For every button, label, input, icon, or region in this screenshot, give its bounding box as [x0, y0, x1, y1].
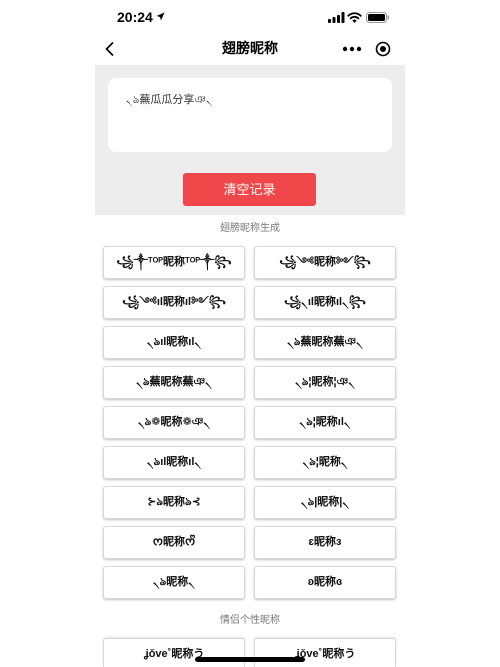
home-indicator[interactable]: [195, 657, 305, 662]
clear-records-button[interactable]: 清空记录: [183, 173, 316, 206]
nickname-input-value: ৲ঌ蕪瓜瓜分享ঞ৲: [126, 94, 213, 106]
nickname-input[interactable]: ৲ঌ蕪瓜瓜分享ঞ৲: [108, 78, 392, 152]
input-panel: ৲ঌ蕪瓜瓜分享ঞ৲ 清空记录: [95, 65, 405, 215]
phone-screen: 20:24 翅膀昵称 ৲ঌ蕪瓜瓜分享ঞ৲ 清空记录 翅膀昵称生成 ꧁༒ᵀᴼᴾ昵称…: [95, 0, 405, 667]
status-bar: 20:24: [95, 0, 405, 34]
signal-icon: [328, 12, 345, 23]
wing-nickname-option-button[interactable]: ৲ঌ蕪昵称蕪ঞ৲: [254, 326, 396, 359]
wing-nickname-option-button[interactable]: ꧁༺昵称༻꧂: [254, 246, 396, 279]
wing-nickname-option-button[interactable]: ɛ昵称ɜ: [254, 526, 396, 559]
wing-nickname-option-button[interactable]: ৲ঌ❁昵称❁ঞ৲: [103, 406, 245, 439]
wing-nickname-option-button[interactable]: ꧁༒ᵀᴼᴾ昵称ᵀᴼᴾ༒꧂: [103, 246, 245, 279]
wing-nickname-option-button[interactable]: ৲ঌ¦昵称¦ঞ৲: [254, 366, 396, 399]
couple-nickname-grid: ʝǒve˚昵称う ʝǒve˚昵称う: [103, 638, 396, 667]
battery-icon: [366, 12, 389, 23]
wing-nickname-option-button[interactable]: ৲ঌ蕪昵称蕪ঞ৲: [103, 366, 245, 399]
location-arrow-icon: [156, 12, 165, 21]
section-title-wing: 翅膀昵称生成: [220, 223, 280, 234]
page-title: 翅膀昵称: [222, 40, 278, 56]
wing-nickname-option-button[interactable]: ৲ঌ|昵称|৲: [254, 486, 396, 519]
wing-nickname-option-button[interactable]: ⊱ঌ昵称ঌ⊰: [103, 486, 245, 519]
wing-nickname-option-button[interactable]: ৲ঌ昵称৲: [103, 566, 245, 599]
wing-nickname-option-button[interactable]: ʚ昵称ɞ: [254, 566, 396, 599]
wing-nickname-option-button[interactable]: ꧁৲ıl昵称ıl৲꧂: [254, 286, 396, 319]
wing-nickname-option-button[interactable]: ᰔ昵称ᰔᩚ: [103, 526, 245, 559]
couple-nickname-option-button[interactable]: ʝǒve˚昵称う: [103, 638, 245, 667]
wing-nickname-grid: ꧁༒ᵀᴼᴾ昵称ᵀᴼᴾ༒꧂ ꧁༺昵称༻꧂ ꧁༺ıl昵称ıl༻꧂ ꧁৲ıl昵称ıl৲꧂ ৲ঌ…: [103, 246, 396, 599]
wing-nickname-option-button[interactable]: ৲ঌ¦昵称ıl৲: [254, 406, 396, 439]
more-dots-icon[interactable]: [342, 46, 362, 52]
wifi-icon: [347, 12, 362, 23]
wing-nickname-option-button[interactable]: ৲ঌıl昵称ıl৲: [103, 326, 245, 359]
chevron-left-icon[interactable]: [104, 41, 116, 57]
wing-nickname-option-button[interactable]: ৲ঌıl昵称ıl৲: [103, 446, 245, 479]
section-title-couple: 情侣个性昵称: [220, 615, 280, 626]
wing-nickname-option-button[interactable]: ꧁༺ıl昵称ıl༻꧂: [103, 286, 245, 319]
couple-nickname-option-button[interactable]: ʝǒve˚昵称う: [254, 638, 396, 667]
navigation-bar: 翅膀昵称: [95, 34, 405, 65]
status-time: 20:24: [117, 9, 153, 25]
wing-nickname-option-button[interactable]: ৲ঌ¦昵称৲: [254, 446, 396, 479]
target-circle-icon[interactable]: [375, 41, 391, 57]
